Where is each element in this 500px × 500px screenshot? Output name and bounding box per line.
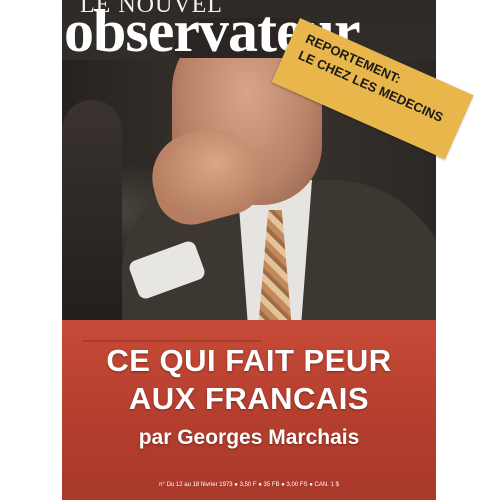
background-person	[62, 100, 122, 320]
cover-headline: CE QUI FAIT PEUR AUX FRANCAIS	[62, 342, 436, 418]
price-footer: n° Du 12 au 18 février 1973 ● 3,50 F ● 3…	[159, 482, 339, 488]
headline-line-2: AUX FRANCAIS	[128, 381, 370, 416]
headline-line-1: CE QUI FAIT PEUR	[106, 343, 392, 378]
cover-byline: par Georges Marchais	[138, 426, 360, 449]
